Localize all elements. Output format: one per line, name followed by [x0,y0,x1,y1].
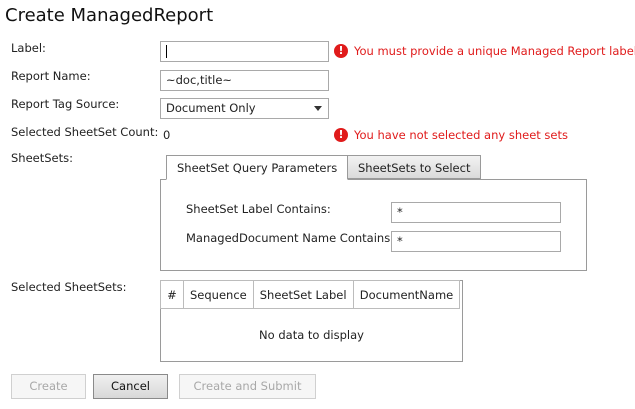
tab-sheetsets-to-select[interactable]: SheetSets to Select [347,155,482,179]
column-header-sequence[interactable]: Sequence [183,280,254,309]
sheetsets-label: SheetSets: [11,151,73,165]
selected-sheetsets-label: Selected SheetSets: [11,280,127,294]
tag-source-select[interactable]: Document Only [160,98,329,119]
cancel-button[interactable]: Cancel [93,374,168,399]
sheetset-error-message: ! You have not selected any sheet sets [334,128,568,142]
report-name-label: Report Name: [11,69,91,83]
tab-sheetset-query-parameters[interactable]: SheetSet Query Parameters [166,155,349,180]
create-and-submit-button[interactable]: Create and Submit [179,374,316,399]
label-input[interactable] [160,41,329,62]
column-header-sheetset-label[interactable]: SheetSet Label [252,280,354,309]
grid-header: # Sequence SheetSet Label DocumentName [160,280,461,309]
text-caret [166,45,167,58]
sheetset-label-contains-input[interactable]: * [391,202,561,223]
label-field-label: Label: [11,41,46,55]
create-button[interactable]: Create [11,374,86,399]
error-icon: ! [334,44,348,58]
sheetset-count-label: Selected SheetSet Count: [11,125,159,139]
page-title: Create ManagedReport [5,5,214,26]
label-error-text: You must provide a unique Managed Report… [354,44,635,58]
column-header-number[interactable]: # [160,280,184,309]
sheetset-count-value: 0 [163,128,171,142]
grid-empty-text: No data to display [259,328,364,342]
report-name-input[interactable]: ~doc,title~ [160,70,329,91]
sheetset-label-contains-label: SheetSet Label Contains: [186,202,331,216]
label-error-message: ! You must provide a unique Managed Repo… [334,44,635,58]
tag-source-label: Report Tag Source: [11,97,120,111]
sheetset-error-text: You have not selected any sheet sets [354,128,568,142]
column-header-document-name[interactable]: DocumentName [352,280,461,309]
docname-contains-input[interactable]: * [391,231,561,252]
tag-source-value: Document Only [166,101,256,115]
docname-contains-label: ManagedDocument Name Contains: [186,231,395,245]
query-parameters-panel [160,179,587,271]
dropdown-arrow-icon [314,106,322,111]
error-icon: ! [334,128,348,142]
